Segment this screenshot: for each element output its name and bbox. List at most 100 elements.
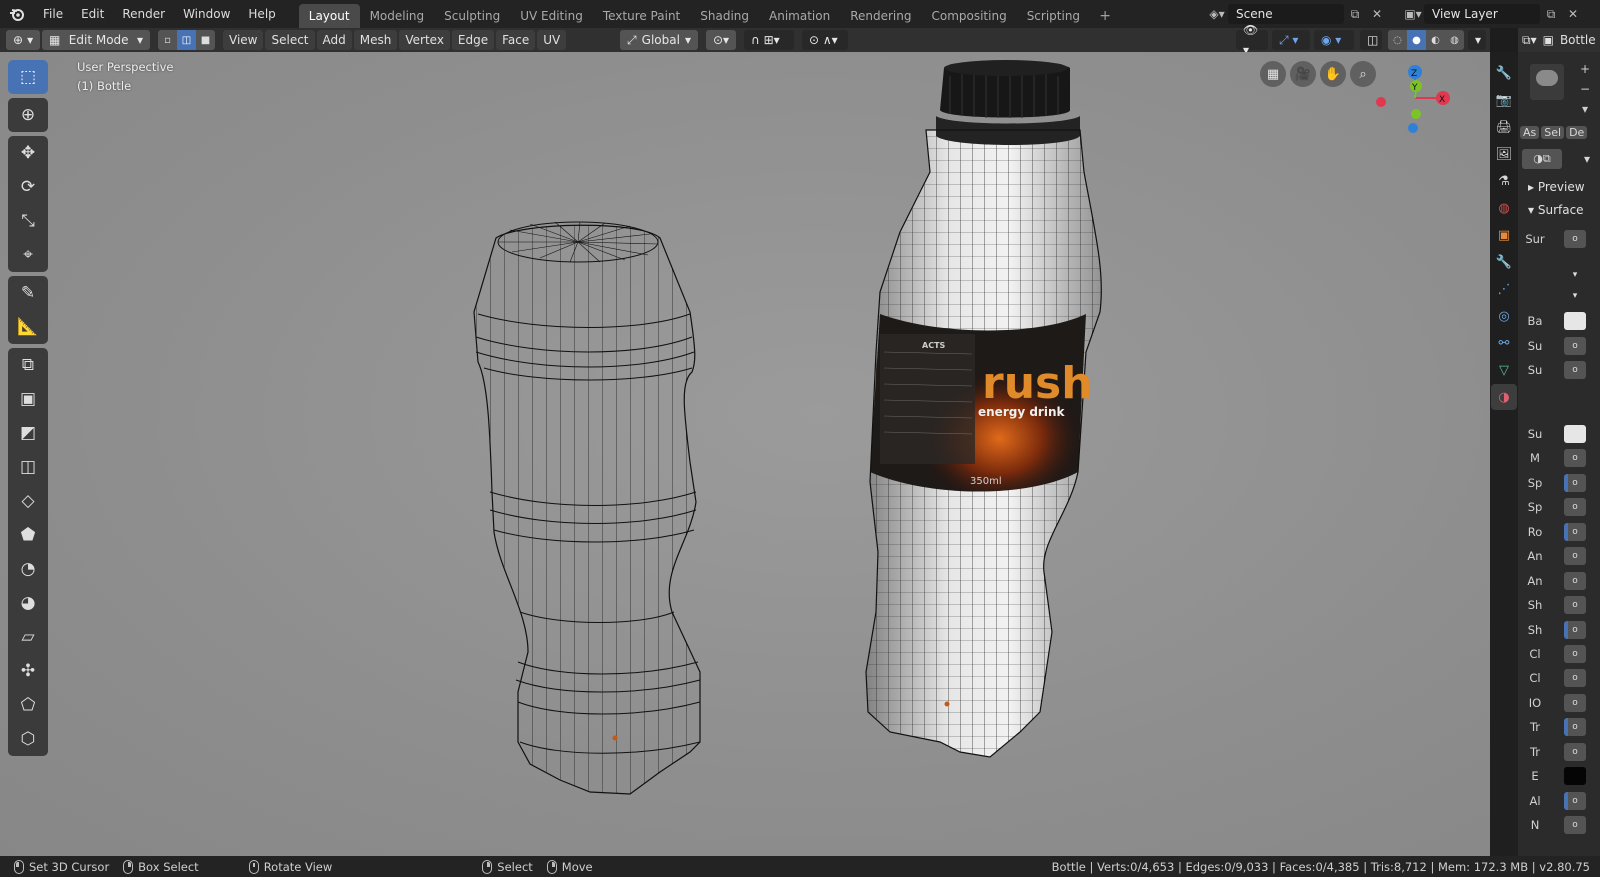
navigation-gizmo[interactable]: Z Y X [1370, 60, 1460, 140]
tab-rendering[interactable]: Rendering [840, 4, 921, 28]
subsurface-radius-field[interactable]: o [1564, 361, 1586, 379]
sheen-field[interactable]: o [1564, 596, 1586, 614]
object-visibility-dropdown[interactable]: 👁▾ [1236, 23, 1268, 57]
vertex-select-icon[interactable]: ▫ [158, 30, 177, 50]
subsurface-field[interactable]: o [1564, 337, 1586, 355]
shrink-fatten-tool-icon[interactable]: ✣ [8, 654, 48, 688]
pivot-point-dropdown[interactable]: ⊙▾ [706, 30, 736, 50]
shading-options-dropdown[interactable]: ▾ [1468, 30, 1486, 50]
clearcoat-field[interactable]: o [1564, 645, 1586, 663]
menu-help[interactable]: Help [239, 3, 284, 25]
scale-tool-icon[interactable]: ⤡ [8, 204, 48, 238]
remove-view-layer-icon[interactable]: ✕ [1562, 4, 1584, 24]
mode-dropdown[interactable]: ▦ Edit Mode ▾ [42, 30, 150, 50]
loop-cut-tool-icon[interactable]: ◫ [8, 450, 48, 484]
wireframe-shading-icon[interactable]: ◌ [1388, 30, 1407, 50]
ior-field[interactable]: o [1564, 694, 1586, 712]
annotate-tool-icon[interactable]: ✎ [8, 276, 48, 310]
transform-tool-icon[interactable]: ⌖ [8, 238, 48, 272]
measure-tool-icon[interactable]: 📐 [8, 310, 48, 344]
3d-viewport[interactable]: User Perspective (1) Bottle rush energy … [0, 52, 1490, 856]
bevel-tool-icon[interactable]: ◩ [8, 416, 48, 450]
menu-edit[interactable]: Edit [72, 3, 113, 25]
menu-vertex[interactable]: Vertex [399, 30, 450, 50]
tab-uv-editing[interactable]: UV Editing [510, 4, 593, 28]
wireframe-bottle[interactable] [470, 212, 710, 812]
menu-select[interactable]: Select [265, 30, 315, 50]
view-layer-tab-icon[interactable]: 🖼 [1491, 141, 1517, 167]
tab-texture-paint[interactable]: Texture Paint [593, 4, 690, 28]
inset-tool-icon[interactable]: ▣ [8, 382, 48, 416]
grid-view-icon[interactable]: ▦ [1260, 61, 1286, 87]
tool-tab-icon[interactable]: 🔧 [1491, 60, 1517, 86]
chevron-down-icon[interactable]: ▾ [1578, 149, 1596, 169]
base-color-swatch[interactable] [1564, 312, 1586, 330]
new-scene-icon[interactable]: ⧉ [1344, 4, 1366, 24]
pan-hand-icon[interactable]: ✋ [1320, 61, 1346, 87]
material-slot-preview[interactable] [1530, 64, 1564, 100]
clearcoat-roughness-field[interactable]: o [1564, 669, 1586, 687]
remove-slot-button[interactable]: − [1576, 82, 1594, 100]
tab-shading[interactable]: Shading [690, 4, 759, 28]
cursor-tool-icon[interactable]: ⊕ [8, 98, 48, 132]
solid-shading-icon[interactable]: ● [1407, 30, 1426, 50]
emission-color-swatch[interactable] [1564, 767, 1586, 785]
editor-type-dropdown[interactable]: ⊕ ▾ [6, 30, 40, 50]
chevron-down-icon[interactable]: ▾ [1564, 266, 1586, 284]
gizmo-toggle[interactable]: ⤢ ▾ [1272, 30, 1310, 50]
xray-toggle[interactable]: ◫ [1360, 30, 1382, 50]
remove-scene-icon[interactable]: ✕ [1366, 4, 1388, 24]
subsurface-color-swatch[interactable] [1564, 425, 1586, 443]
surface-panel[interactable]: ▾ Surface [1528, 203, 1584, 217]
camera-view-icon[interactable]: 🎥 [1290, 61, 1316, 87]
tab-scripting[interactable]: Scripting [1017, 4, 1090, 28]
preview-panel[interactable]: ▸ Preview [1528, 180, 1585, 194]
tab-modeling[interactable]: Modeling [360, 4, 435, 28]
scene-icon[interactable]: ◈▾ [1206, 4, 1228, 24]
properties-editor-icon[interactable]: ⧉▾ [1522, 33, 1537, 48]
menu-edge[interactable]: Edge [451, 30, 495, 50]
move-tool-icon[interactable]: ✥ [8, 136, 48, 170]
tab-compositing[interactable]: Compositing [921, 4, 1016, 28]
deselect-button[interactable]: De [1566, 126, 1588, 139]
shear-tool-icon[interactable]: ⬠ [8, 688, 48, 722]
constraints-tab-icon[interactable]: ⚯ [1491, 330, 1517, 356]
overlays-toggle[interactable]: ◉ ▾ [1314, 30, 1354, 50]
view-layer-icon[interactable]: ▣▾ [1402, 4, 1424, 24]
render-tab-icon[interactable]: 📷 [1491, 87, 1517, 113]
metallic-field[interactable]: o [1564, 449, 1586, 467]
surface-shader-field[interactable]: o [1564, 230, 1586, 248]
menu-face[interactable]: Face [496, 30, 536, 50]
particles-tab-icon[interactable]: ⋰ [1491, 276, 1517, 302]
scene-tab-icon[interactable]: ⚗ [1491, 168, 1517, 194]
alpha-field[interactable]: o [1564, 792, 1586, 810]
transmission-field[interactable]: o [1564, 718, 1586, 736]
knife-tool-icon[interactable]: ◇ [8, 484, 48, 518]
menu-view[interactable]: View [223, 30, 264, 50]
data-tab-icon[interactable]: ▽ [1491, 357, 1517, 383]
slot-menu-chevron-icon[interactable]: ▾ [1576, 102, 1594, 120]
world-tab-icon[interactable]: ◍ [1491, 195, 1517, 221]
menu-mesh[interactable]: Mesh [353, 30, 398, 50]
specular-tint-field[interactable]: o [1564, 498, 1586, 516]
material-tab-icon[interactable]: ◑ [1491, 384, 1517, 410]
tab-layout[interactable]: Layout [298, 4, 360, 28]
face-select-icon[interactable]: ■ [196, 30, 215, 50]
menu-render[interactable]: Render [113, 3, 174, 25]
menu-uv[interactable]: UV [537, 30, 567, 50]
rip-tool-icon[interactable]: ⬡ [8, 722, 48, 756]
select-button[interactable]: Sel [1541, 126, 1565, 139]
material-browse-icon[interactable]: ◑⧉ [1522, 149, 1562, 169]
edge-slide-tool-icon[interactable]: ▱ [8, 620, 48, 654]
sheen-tint-field[interactable]: o [1564, 621, 1586, 639]
transform-orientation-dropdown[interactable]: ⤢ Global ▾ [620, 30, 698, 50]
edge-select-icon[interactable]: ◫ [177, 30, 196, 50]
assign-button[interactable]: As [1520, 126, 1540, 139]
menu-window[interactable]: Window [174, 3, 239, 25]
blender-logo-icon[interactable] [0, 0, 34, 28]
menu-add[interactable]: Add [316, 30, 352, 50]
rotate-tool-icon[interactable]: ⟳ [8, 170, 48, 204]
proportional-edit-toggle[interactable]: ⊙ ∧▾ [802, 30, 848, 50]
snap-toggle[interactable]: ∩ ⊞▾ [744, 30, 794, 50]
textured-bottle[interactable]: rush energy drink 350ml ACTS [860, 60, 1110, 772]
